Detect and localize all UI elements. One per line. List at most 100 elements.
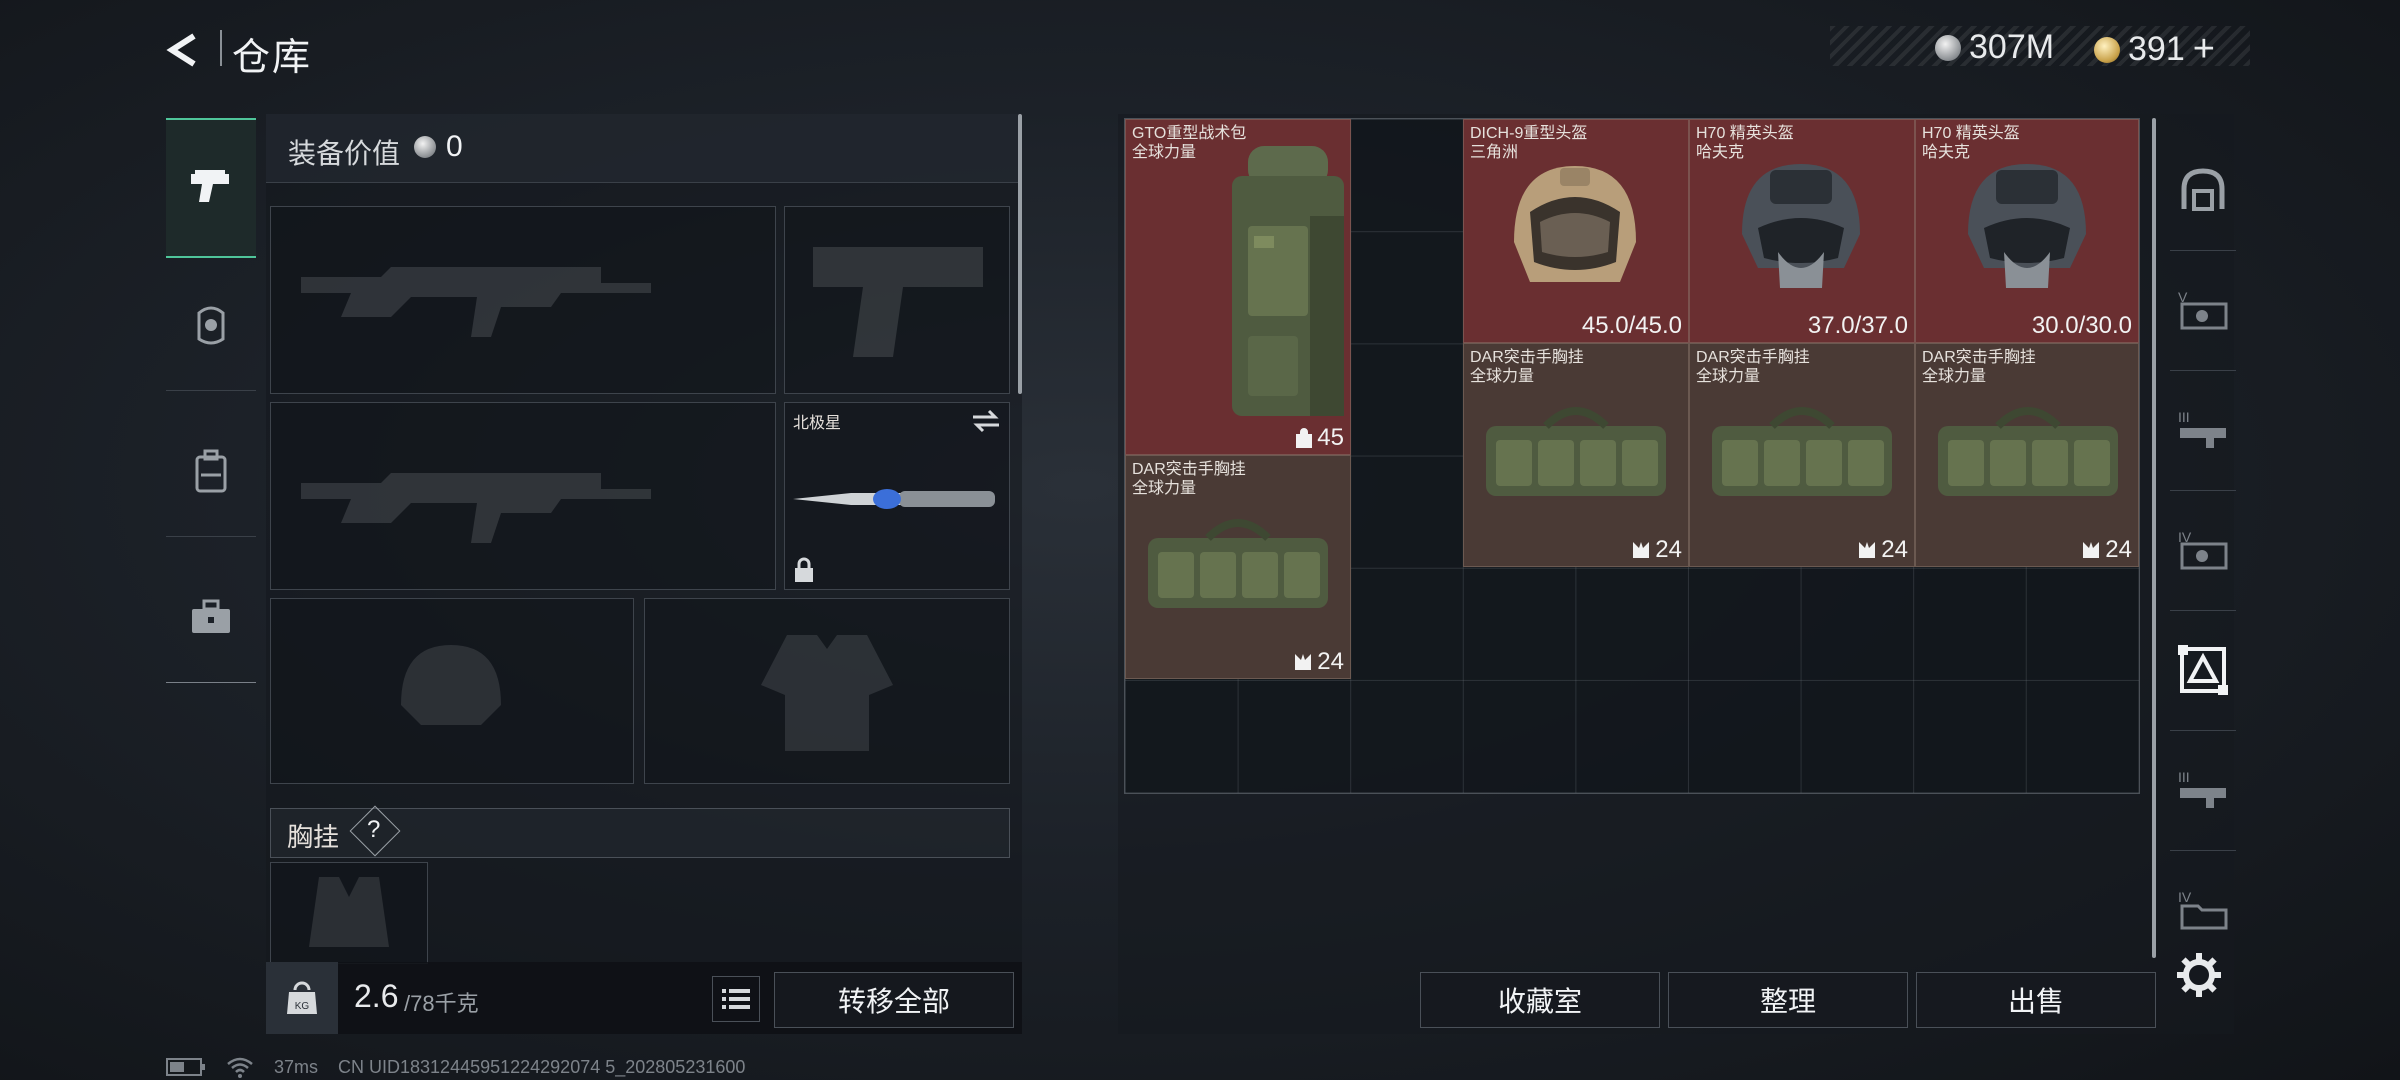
- filter-all[interactable]: [2170, 130, 2236, 251]
- svg-text:IV: IV: [2178, 889, 2192, 905]
- battery-icon: [166, 1058, 205, 1076]
- value-coin-icon: [414, 136, 436, 158]
- silver-currency[interactable]: 307M: [1935, 28, 2054, 67]
- durability-readout: 37.0/37.0: [1807, 312, 1908, 339]
- tab-case[interactable]: [166, 552, 256, 683]
- melee-name: 北极星: [793, 415, 842, 432]
- storage-item-chest-rig[interactable]: DAR突击手胸挂 全球力量 24: [1125, 455, 1351, 679]
- helmet-filter-icon: [2181, 168, 2225, 211]
- list-icon: [722, 989, 750, 1009]
- rifle-silhouette-icon-2: [301, 473, 651, 543]
- case-tier-icon: V: [2178, 289, 2228, 330]
- active-filter-icon: [2178, 645, 2228, 695]
- item-name: DAR突击手胸挂: [1922, 349, 2036, 366]
- chest-rig-slot[interactable]: [270, 862, 428, 964]
- list-view-button[interactable]: [712, 976, 760, 1022]
- current-weight: 2.6: [354, 978, 399, 1014]
- player-uid: CN UID18312445951224292074 5_20280523160…: [338, 1056, 746, 1077]
- filter-tier-5[interactable]: V: [2170, 250, 2236, 371]
- item-stat: 45: [1317, 424, 1344, 451]
- back-button[interactable]: [160, 26, 208, 74]
- sidearm-slot[interactable]: [784, 206, 1010, 394]
- tab-vest[interactable]: [166, 406, 256, 537]
- item-stat: 24: [1655, 536, 1682, 563]
- filter-tier-3[interactable]: III: [2170, 370, 2236, 491]
- storage-item-chest-rig[interactable]: DAR突击手胸挂 全球力量 24: [1463, 343, 1689, 567]
- case-tier-icon-2: IV: [2178, 529, 2228, 570]
- storage-item-helmet-h70-a[interactable]: H70 精英头盔 哈夫克 37.0/37.0: [1689, 119, 1915, 343]
- rig-capacity-icon: [1633, 542, 1650, 558]
- storage-scrollbar[interactable]: [2152, 118, 2156, 958]
- helmet-silhouette-icon: [401, 645, 501, 725]
- item-stat: 24: [1881, 536, 1908, 563]
- item-maker: 全球力量: [1696, 368, 1761, 385]
- rifle-tier-icon: III: [2178, 409, 2226, 448]
- armor-slot[interactable]: [644, 598, 1010, 784]
- chest-rig-label: 胸挂: [287, 822, 340, 852]
- filter-tier-3b[interactable]: III: [2170, 730, 2236, 851]
- svg-text:III: III: [2178, 769, 2190, 785]
- storage-item-chest-rig[interactable]: DAR突击手胸挂 全球力量 24: [1689, 343, 1915, 567]
- equipment-value-label: 装备价值: [288, 138, 401, 169]
- tab-helmet-gear[interactable]: [166, 260, 256, 391]
- chest-rig-icon: [1712, 407, 1892, 496]
- storage-item-backpack[interactable]: GTO重型战术包 全球力量 45: [1125, 119, 1351, 455]
- secondary-weapon-slot[interactable]: [270, 402, 776, 590]
- sell-button[interactable]: 出售: [1916, 972, 2156, 1028]
- knife-icon: [793, 489, 995, 509]
- settings-button[interactable]: [2172, 948, 2226, 1002]
- silver-coin-icon: [1935, 34, 1961, 61]
- backpack-capacity-icon: [1296, 428, 1313, 448]
- chest-rig-icon: [1148, 519, 1328, 608]
- rig-silhouette-icon: [309, 877, 389, 947]
- collection-room-button[interactable]: 收藏室: [1420, 972, 1660, 1028]
- sort-button[interactable]: 整理: [1668, 972, 1908, 1028]
- pistol-icon: [191, 170, 229, 202]
- lock-icon: [795, 557, 813, 582]
- filter-tier-4[interactable]: IV: [2170, 490, 2236, 611]
- chest-rig-icon: [1486, 407, 1666, 496]
- armor-silhouette-icon: [761, 635, 893, 751]
- rifle-silhouette-icon: [301, 267, 651, 337]
- weight-icon: KG: [287, 981, 317, 1014]
- item-stat: 24: [2105, 536, 2132, 563]
- help-button[interactable]: ?: [367, 816, 380, 844]
- swap-icon[interactable]: [971, 409, 1001, 433]
- item-maker: 全球力量: [1132, 480, 1197, 497]
- melee-slot[interactable]: 北极星: [784, 402, 1010, 590]
- primary-weapon-slot[interactable]: [270, 206, 776, 394]
- status-bar: 37ms CN UID18312445951224292074 5_202805…: [166, 1056, 745, 1078]
- backpack-icon: [1232, 146, 1344, 416]
- storage-grid: GTO重型战术包 全球力量 45 DICH-9重型头盔 三角洲 45.0/45.0 …: [1124, 118, 2140, 794]
- storage-item-chest-rig[interactable]: DAR突击手胸挂 全球力量 24: [1915, 343, 2139, 567]
- filter-selected[interactable]: [2170, 610, 2236, 731]
- storage-item-helmet-dich9[interactable]: DICH-9重型头盔 三角洲 45.0/45.0: [1463, 119, 1689, 343]
- add-gold-button[interactable]: +: [2193, 28, 2215, 71]
- equipment-scrollbar[interactable]: [1018, 114, 1022, 394]
- helmet-icon: [197, 306, 225, 345]
- gold-currency[interactable]: 391 +: [2094, 28, 2215, 71]
- storage-item-helmet-h70-b[interactable]: H70 精英头盔 哈夫克 30.0/30.0: [1915, 119, 2139, 343]
- item-maker: 全球力量: [1470, 368, 1535, 385]
- weight-capacity: /78千克: [404, 991, 479, 1016]
- transfer-all-button[interactable]: 转移全部: [774, 972, 1014, 1028]
- equipment-value-header: 装备价值 0: [266, 114, 1018, 183]
- item-maker: 全球力量: [1922, 368, 1987, 385]
- item-name: DICH-9重型头盔: [1470, 125, 1588, 142]
- helmet-slot[interactable]: [270, 598, 634, 784]
- equipment-value: 0: [446, 130, 463, 163]
- gold-amount: 391: [2128, 30, 2185, 68]
- page-title: 仓库: [232, 37, 313, 79]
- durability-readout: 30.0/30.0: [2031, 312, 2132, 339]
- chest-rig-header: 胸挂 ?: [270, 805, 1010, 858]
- item-name: H70 精英头盔: [1922, 125, 2020, 142]
- gear-icon: [2177, 953, 2221, 997]
- case-icon: [192, 599, 230, 633]
- item-stat: 24: [1317, 648, 1344, 675]
- rig-capacity-icon: [2083, 542, 2100, 558]
- rifle-tier-icon-2: III: [2178, 769, 2226, 808]
- tab-weapons[interactable]: [166, 118, 256, 258]
- rig-capacity-icon: [1859, 542, 1876, 558]
- gold-coin-icon: [2094, 36, 2120, 63]
- chest-rig-icon: [1938, 407, 2118, 496]
